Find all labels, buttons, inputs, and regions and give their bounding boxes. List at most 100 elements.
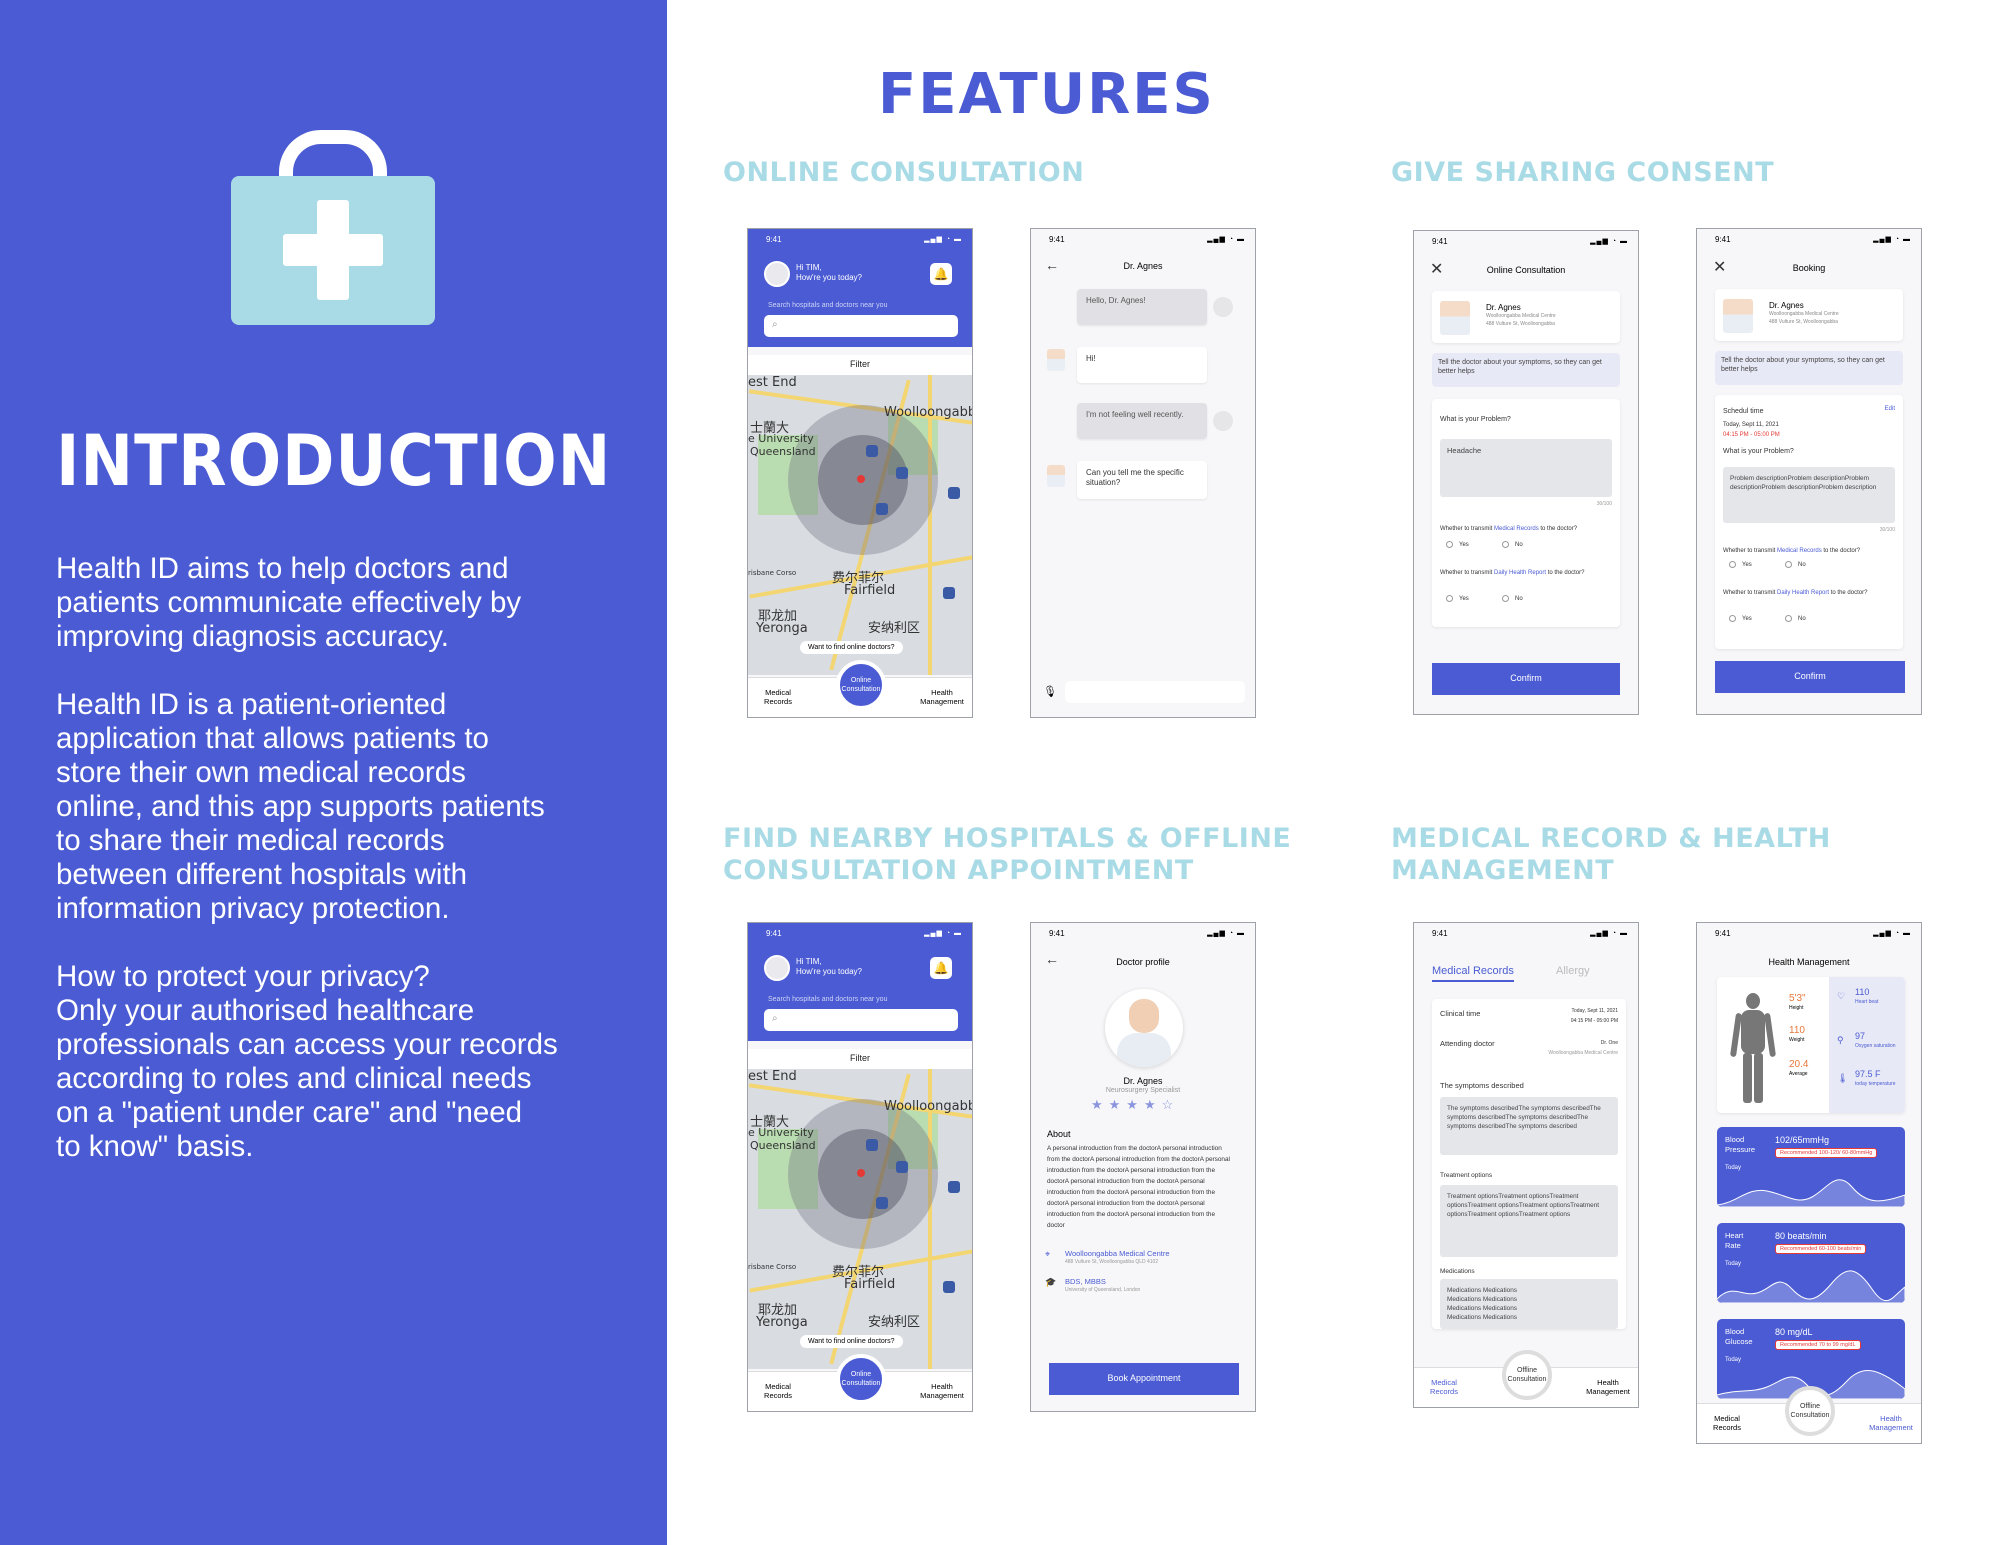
radio-no[interactable]: No — [1502, 541, 1523, 550]
avatar[interactable] — [764, 955, 790, 981]
phone-consultation-form: 9:41 ▂▄▆ ◔ ▬ ✕ Online Consultation Dr. Ag… — [1413, 230, 1639, 715]
radio-yes[interactable]: Yes — [1446, 595, 1469, 604]
section-title-online-consultation: ONLINE CONSULTATION — [723, 157, 1085, 188]
trend-line — [1717, 1179, 1905, 1207]
tab-offline-consultation[interactable]: Offline Consultation — [1502, 1350, 1552, 1400]
map-view[interactable]: est End Woolloongabb 士蘭大 e University Qu… — [748, 375, 972, 675]
intro-text: Health ID aims to help doctors and patie… — [56, 552, 646, 1198]
heart-rate-card[interactable]: Heart Rate 80 beats/min Recommended 60-1… — [1717, 1223, 1905, 1303]
tab-medical-records[interactable]: Medical Records — [748, 1382, 808, 1400]
tab-bar: Medical Records Online Consultation Heal… — [748, 1354, 972, 1411]
online-doctors-prompt[interactable]: Want to find online doctors? — [800, 641, 903, 654]
chat-message: I'm not feeling well recently. — [1077, 403, 1207, 439]
problem-input[interactable]: Problem descriptionProblem descriptionPr… — [1723, 467, 1895, 523]
signal-icon: ▂▄▆ ◔ ▬ — [1590, 238, 1628, 245]
home-header: 9:41 ▂▄▆ ◔ ▬ Hi TIM, How're you today? 🔔 … — [748, 923, 972, 1041]
doctor-card[interactable]: Dr. Agnes Woolloongabba Medical Centre 4… — [1432, 291, 1620, 343]
tab-bar: Medical Records Offline Consultation Hea… — [1697, 1386, 1921, 1443]
tab-allergy[interactable]: Allergy — [1556, 965, 1590, 977]
doctor-avatar — [1723, 299, 1753, 333]
booking-card: Schedul time Edit Today, Sept 11, 2021 0… — [1715, 395, 1903, 649]
bell-icon[interactable]: 🔔 — [930, 263, 952, 285]
tab-health-management[interactable]: Health Management — [912, 688, 972, 706]
radio-no[interactable]: No — [1502, 595, 1523, 604]
phone-doctor-profile: 9:41 ▂▄▆ ◔ ▬ ← Doctor profile Dr. Agnes N… — [1030, 922, 1256, 1412]
oxygen-icon: ⚲ — [1837, 1035, 1844, 1045]
medical-kit-icon — [231, 130, 435, 325]
clinic-link[interactable]: Woolloongabba Medical Centre — [1065, 1249, 1170, 1258]
filter-button[interactable]: Filter — [748, 1049, 972, 1069]
graduation-cap-icon: 🎓 — [1045, 1277, 1057, 1287]
record-card: Clinical time Today, Sept 11, 2021 04:15… — [1432, 999, 1626, 1329]
treatment-text: Treatment optionsTreatment optionsTreatm… — [1440, 1185, 1618, 1257]
tab-medical-records[interactable]: Medical Records — [1432, 965, 1514, 982]
online-doctors-prompt[interactable]: Want to find online doctors? — [800, 1335, 903, 1348]
radio-no[interactable]: No — [1785, 561, 1806, 570]
tab-medical-records[interactable]: Medical Records — [1697, 1414, 1757, 1432]
blood-pressure-card[interactable]: Blood Pressure 102/65mmHg Recommended 10… — [1717, 1127, 1905, 1207]
tab-online-consultation[interactable]: Online Consultation — [836, 1354, 886, 1404]
search-input[interactable]: ⌕ — [764, 1009, 958, 1031]
filter-button[interactable]: Filter — [748, 355, 972, 375]
intro-paragraph: Health ID is a patient-oriented applicat… — [56, 688, 545, 925]
radio-no[interactable]: No — [1785, 615, 1806, 624]
body-figure-icon — [1729, 993, 1777, 1103]
radio-yes[interactable]: Yes — [1446, 541, 1469, 550]
search-input[interactable]: ⌕ — [764, 315, 958, 337]
phone-home-offline: 9:41 ▂▄▆ ◔ ▬ Hi TIM, How're you today? 🔔 … — [747, 922, 973, 1412]
confirm-button[interactable]: Confirm — [1432, 663, 1620, 695]
bell-icon[interactable]: 🔔 — [930, 957, 952, 979]
symptoms-text: The symptoms describedThe symptoms descr… — [1440, 1097, 1618, 1155]
chat-message: Can you tell me the specific situation? — [1077, 461, 1207, 499]
section-title-medical-record: MEDICAL RECORD & HEALTH MANAGEMENT — [1391, 823, 1831, 886]
radio-yes[interactable]: Yes — [1729, 615, 1752, 624]
doctor-photo — [1105, 989, 1183, 1067]
screen-title: Online Consultation — [1486, 265, 1566, 275]
phone-booking: 9:41 ▂▄▆ ◔ ▬ ✕ Booking Dr. Agnes Woolloon… — [1696, 228, 1922, 715]
map-view[interactable]: est End Woolloongabb 士蘭大 e University Qu… — [748, 1069, 972, 1369]
radio-yes[interactable]: Yes — [1729, 561, 1752, 570]
avatar[interactable] — [764, 261, 790, 287]
search-icon: ⌕ — [772, 1013, 778, 1024]
confirm-button[interactable]: Confirm — [1715, 661, 1905, 693]
doctor-name: Dr. Agnes — [1123, 1076, 1163, 1086]
message-input[interactable] — [1065, 681, 1245, 703]
poster: INTRODUCTION Health ID aims to help doct… — [0, 0, 1999, 1545]
symptom-note: Tell the doctor about your symptoms, so … — [1432, 353, 1620, 387]
intro-title: INTRODUCTION — [56, 420, 612, 502]
section-title-nearby-hospitals: FIND NEARBY HOSPITALS & OFFLINE CONSULTA… — [723, 823, 1292, 886]
screen-title: Booking — [1792, 263, 1826, 273]
doctor-avatar — [1047, 465, 1065, 487]
tab-medical-records[interactable]: Medical Records — [1414, 1378, 1474, 1396]
signal-icon: ▂▄▆ ◔ ▬ — [1873, 930, 1911, 937]
phone-medical-records: 9:41 ▂▄▆ ◔ ▬ Medical Records Allergy Clin… — [1413, 922, 1639, 1408]
greeting: Hi TIM, — [796, 263, 822, 272]
medications-text: Medications Medications Medications Medi… — [1440, 1279, 1618, 1329]
intro-paragraph: Health ID aims to help doctors and patie… — [56, 552, 522, 653]
search-icon: ⌕ — [772, 319, 778, 330]
signal-icon: ▂▄▆ ◔ ▬ — [924, 930, 962, 937]
signal-icon: ▂▄▆ ◔ ▬ — [1873, 236, 1911, 243]
tab-health-management[interactable]: Health Management — [1578, 1378, 1638, 1396]
problem-input[interactable]: Headache — [1440, 439, 1612, 497]
intro-panel: INTRODUCTION Health ID aims to help doct… — [0, 0, 667, 1545]
tab-online-consultation[interactable]: Online Consultation — [836, 660, 886, 710]
home-header: 9:41 ▂▄▆ ◔ ▬ Hi TIM, How're you today? 🔔 … — [748, 229, 972, 347]
greeting-sub: How're you today? — [796, 273, 863, 282]
intro-paragraph: How to protect your privacy? Only your a… — [56, 960, 558, 1163]
doctor-card[interactable]: Dr. Agnes Woolloongabba Medical Centre 4… — [1715, 289, 1903, 341]
tab-offline-consultation[interactable]: Offline Consultation — [1785, 1386, 1835, 1436]
tab-health-management[interactable]: Health Management — [912, 1382, 972, 1400]
book-appointment-button[interactable]: Book Appointment — [1049, 1363, 1239, 1395]
tab-health-management[interactable]: Health Management — [1861, 1414, 1921, 1432]
edit-link[interactable]: Edit — [1885, 405, 1895, 414]
doctor-avatar — [1440, 301, 1470, 335]
microphone-icon[interactable]: 🎙 — [1043, 685, 1057, 698]
about-text: A personal introduction from the doctorA… — [1047, 1145, 1230, 1229]
heart-icon: ♡ — [1837, 991, 1846, 1001]
tab-medical-records[interactable]: Medical Records — [748, 688, 808, 706]
signal-icon: ▂▄▆ ◔ ▬ — [1590, 930, 1628, 937]
signal-icon: ▂▄▆ ◔ ▬ — [1207, 930, 1245, 937]
doctor-role: Neurosurgery Specialist — [1105, 1087, 1181, 1094]
user-avatar — [1213, 297, 1233, 317]
